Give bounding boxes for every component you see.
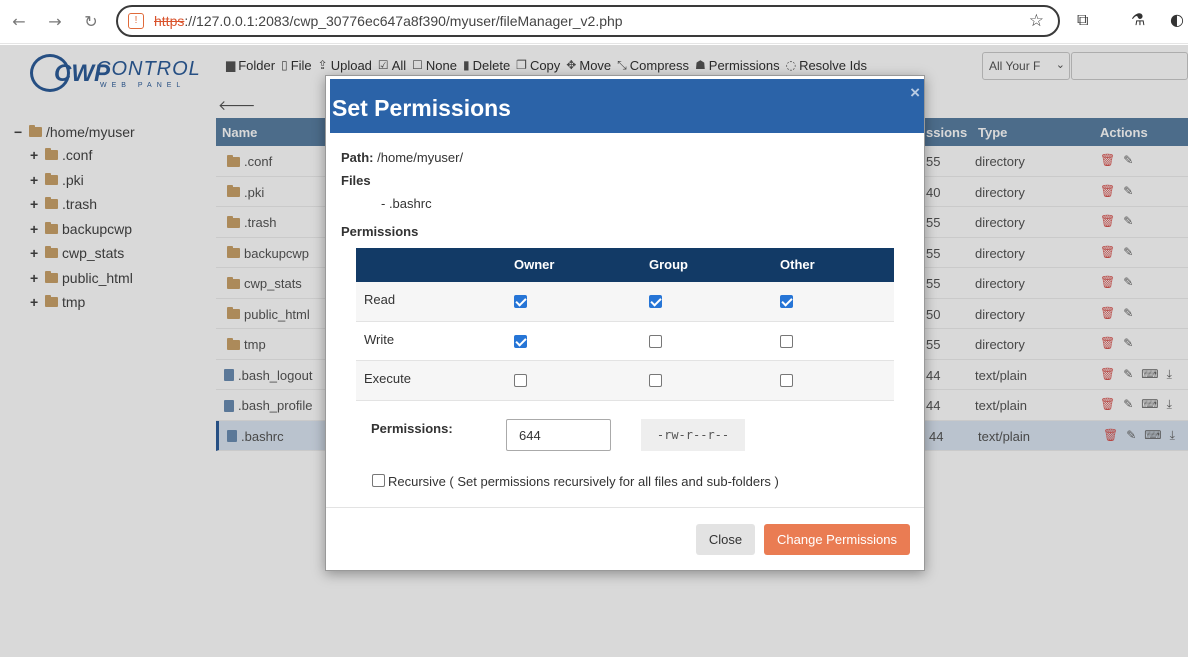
modal-title: Set Permissions: [332, 95, 511, 121]
execute-other-checkbox[interactable]: [780, 374, 793, 387]
recursive-label[interactable]: Recursive ( Set permissions recursively …: [388, 474, 779, 489]
reload-icon[interactable]: ↻: [79, 10, 103, 34]
permission-row-label: Read: [364, 292, 396, 307]
footer-divider: [326, 507, 924, 508]
permission-row-label: Execute: [364, 371, 411, 386]
url-text[interactable]: https://127.0.0.1:2083/cwp_30776ec647a8f…: [154, 13, 623, 29]
files-label: Files: [341, 173, 371, 188]
permission-row-read: Read: [356, 282, 894, 322]
profile-icon[interactable]: ◐: [1170, 10, 1184, 29]
permissions-octal-input[interactable]: 644: [506, 419, 611, 451]
path-label: Path:: [341, 150, 374, 165]
set-permissions-modal: Set Permissions × Path: /home/myuser/ Fi…: [325, 75, 925, 571]
read-other-checkbox[interactable]: [780, 295, 793, 308]
read-owner-checkbox[interactable]: [514, 295, 527, 308]
permissions-matrix: Owner Group Other Read Write Execute: [356, 248, 894, 401]
path-line: Path: /home/myuser/: [341, 150, 463, 165]
labs-flask-icon[interactable]: ⚗: [1131, 10, 1145, 29]
path-value: /home/myuser/: [377, 150, 464, 165]
address-bar[interactable]: ! https://127.0.0.1:2083/cwp_30776ec647a…: [116, 5, 1060, 37]
change-permissions-button[interactable]: Change Permissions: [764, 524, 910, 555]
back-icon[interactable]: ←: [7, 10, 31, 34]
browser-toolbar: ← → ↻ ! https://127.0.0.1:2083/cwp_30776…: [0, 0, 1188, 44]
execute-group-checkbox[interactable]: [649, 374, 662, 387]
extensions-icon[interactable]: ⧉: [1077, 10, 1088, 30]
insecure-warning-icon[interactable]: !: [128, 13, 144, 29]
permissions-matrix-header: Owner Group Other: [356, 248, 894, 282]
read-group-checkbox[interactable]: [649, 295, 662, 308]
close-icon[interactable]: ×: [910, 83, 920, 103]
bookmark-star-icon[interactable]: ☆: [1029, 11, 1044, 31]
execute-owner-checkbox[interactable]: [514, 374, 527, 387]
modal-header: Set Permissions ×: [330, 79, 924, 133]
url-path: ://127.0.0.1:2083/cwp_30776ec647a8f390/m…: [184, 13, 623, 29]
permission-row-execute: Execute: [356, 361, 894, 401]
permission-row-write: Write: [356, 322, 894, 361]
url-scheme: https: [154, 13, 185, 29]
recursive-checkbox[interactable]: [372, 474, 385, 487]
col-owner: Owner: [514, 257, 555, 272]
write-other-checkbox[interactable]: [780, 334, 793, 348]
forward-icon[interactable]: →: [43, 10, 67, 34]
permissions-symbolic: -rw-r--r--: [641, 419, 745, 451]
col-group: Group: [649, 257, 688, 272]
close-button[interactable]: Close: [696, 524, 755, 555]
file-item: - .bashrc: [381, 196, 432, 211]
write-owner-checkbox[interactable]: [514, 334, 527, 348]
permissions-heading: Permissions: [341, 224, 419, 239]
permission-row-label: Write: [364, 331, 395, 347]
permissions-field-label: Permissions:: [371, 421, 453, 436]
col-other: Other: [780, 257, 815, 272]
write-group-checkbox[interactable]: [649, 334, 662, 348]
